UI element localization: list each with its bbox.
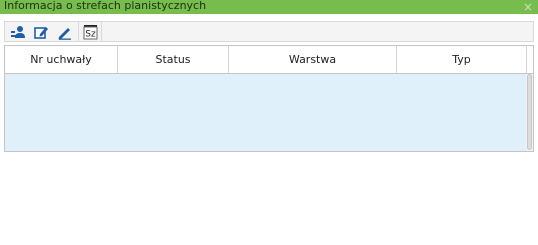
edit-form-button[interactable]	[32, 24, 50, 40]
sz-icon: Sz	[83, 25, 97, 40]
column-header-warstwa[interactable]: Warstwa	[229, 46, 397, 73]
sz-label: Sz	[85, 30, 96, 40]
locate-user-button[interactable]	[9, 24, 27, 40]
toolbar: Sz	[4, 21, 534, 42]
table-header: Nr uchwały Status Warstwa Typ	[5, 46, 533, 74]
zones-table: Nr uchwały Status Warstwa Typ	[4, 45, 534, 152]
sz-button[interactable]: Sz	[81, 24, 99, 40]
window-title: Informacja o strefach planistycznych	[4, 0, 207, 12]
toolbar-separator	[101, 22, 102, 42]
locate-user-icon	[11, 26, 25, 38]
table-body	[5, 74, 526, 151]
column-header-status[interactable]: Status	[118, 46, 229, 73]
edit-form-icon	[33, 26, 48, 39]
column-header-nr-uchwaly[interactable]: Nr uchwały	[5, 46, 118, 73]
close-icon[interactable]: ×	[523, 0, 533, 14]
scrollbar-thumb[interactable]	[527, 74, 532, 150]
toolbar-separator	[78, 22, 79, 42]
column-header-typ[interactable]: Typ	[397, 46, 527, 73]
vertical-scrollbar[interactable]	[526, 74, 533, 151]
draw-button[interactable]	[55, 24, 73, 40]
window-titlebar: Informacja o strefach planistycznych ×	[0, 0, 538, 14]
pencil-icon	[58, 27, 71, 40]
